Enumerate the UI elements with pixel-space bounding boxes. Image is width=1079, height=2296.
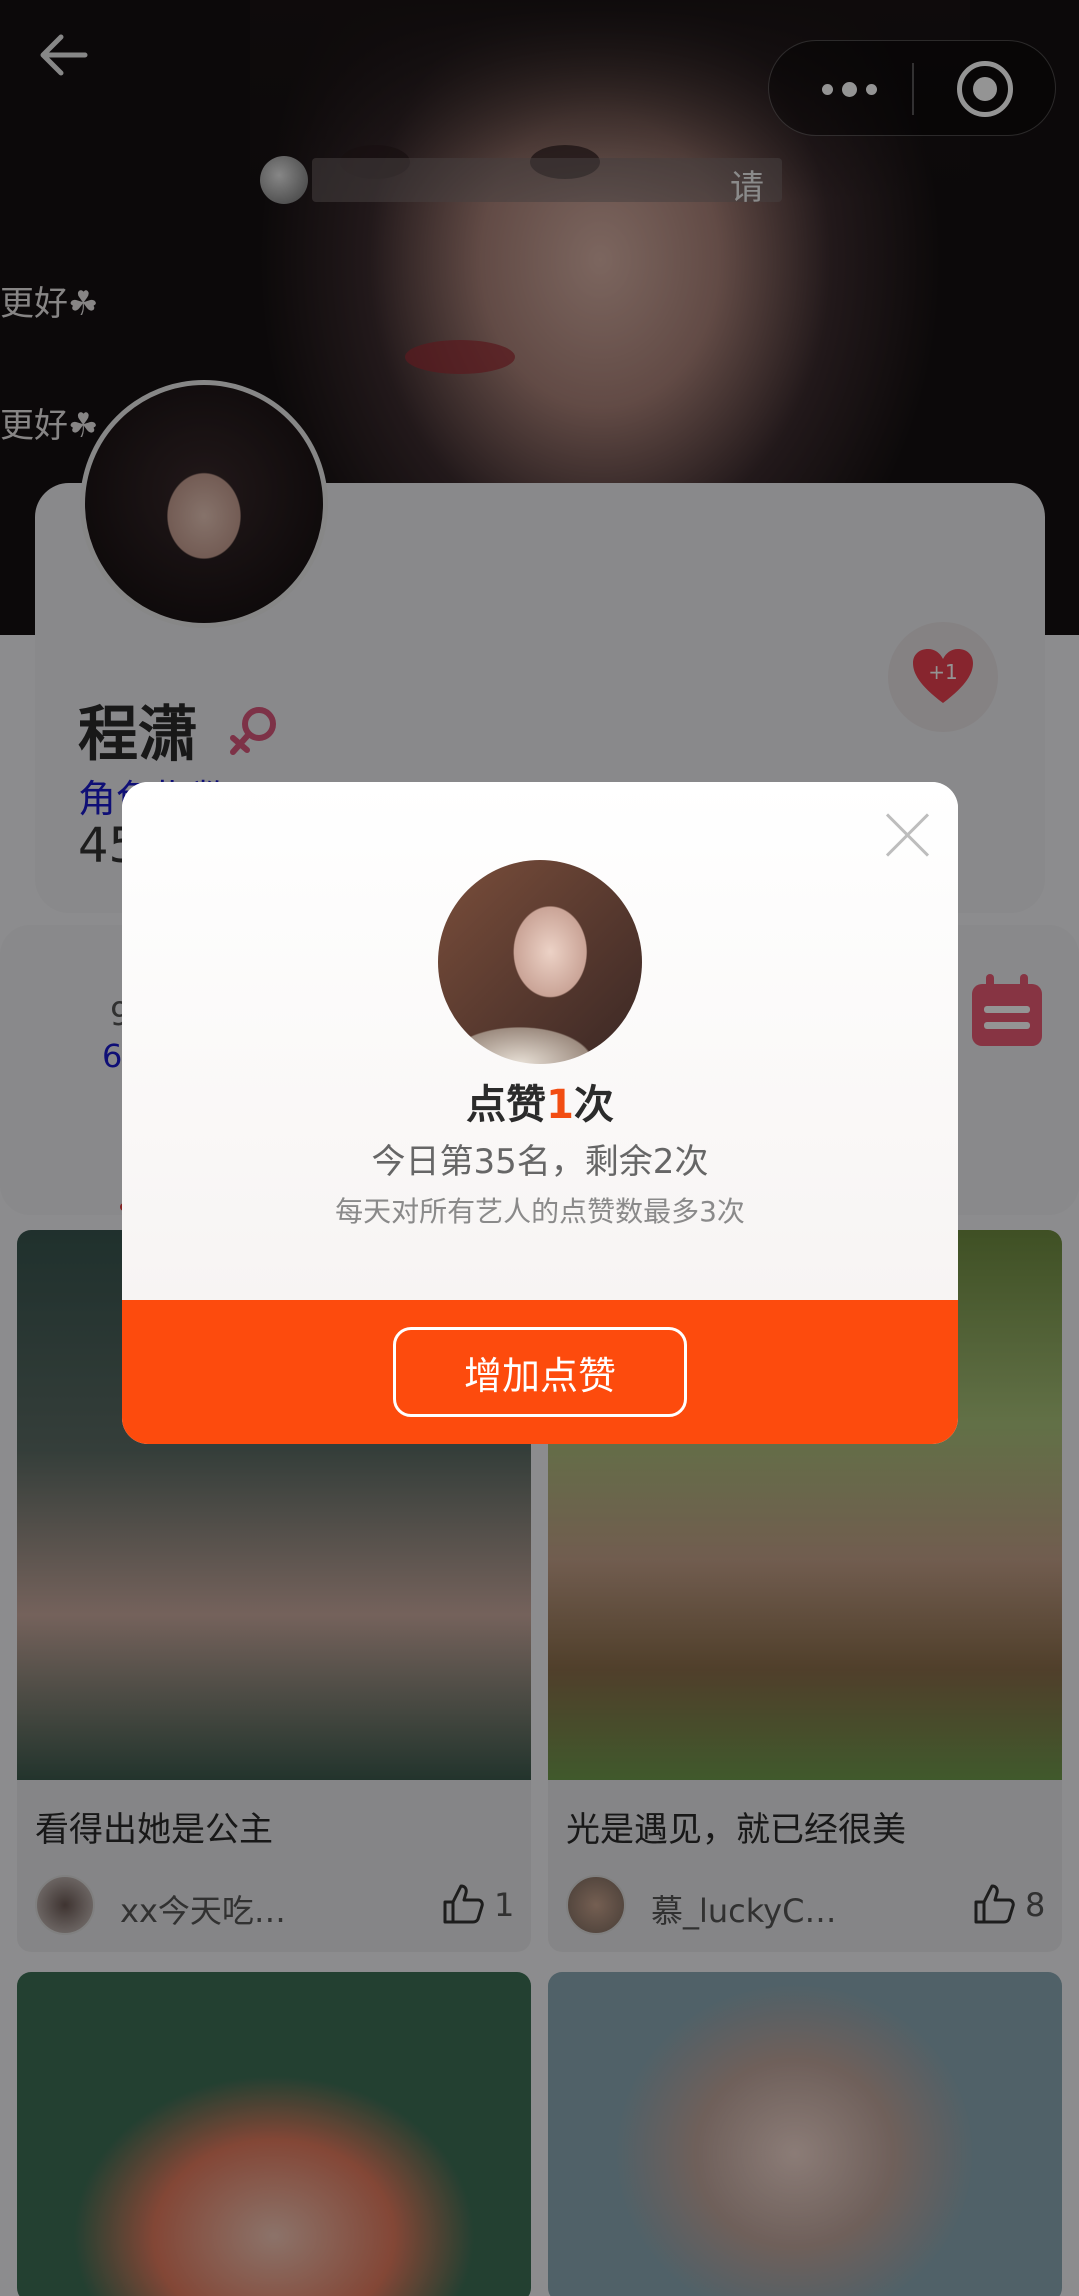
- dialog-headline: 点赞1次: [122, 1072, 958, 1130]
- headline-suffix: 次: [573, 1082, 614, 1128]
- limit-text: 每天对所有艺人的点赞数最多3次: [335, 1195, 745, 1228]
- rank-text: 今日第35名，剩余2次: [371, 1142, 709, 1182]
- headline-count: 1: [546, 1082, 574, 1128]
- headline-prefix: 点赞: [466, 1082, 547, 1128]
- dialog-artist-avatar: [438, 860, 642, 1064]
- app-root: 请 更好☘ 更好☘ +1 程潇 角色指数 4.56 45 9 6 看得出她是公主…: [0, 0, 1079, 2296]
- close-icon[interactable]: [882, 810, 932, 860]
- like-dialog: 点赞1次 今日第35名，剩余2次 每天对所有艺人的点赞数最多3次 增加点赞: [122, 782, 958, 1444]
- dialog-footer: 增加点赞: [122, 1300, 958, 1444]
- add-like-button[interactable]: 增加点赞: [393, 1327, 687, 1417]
